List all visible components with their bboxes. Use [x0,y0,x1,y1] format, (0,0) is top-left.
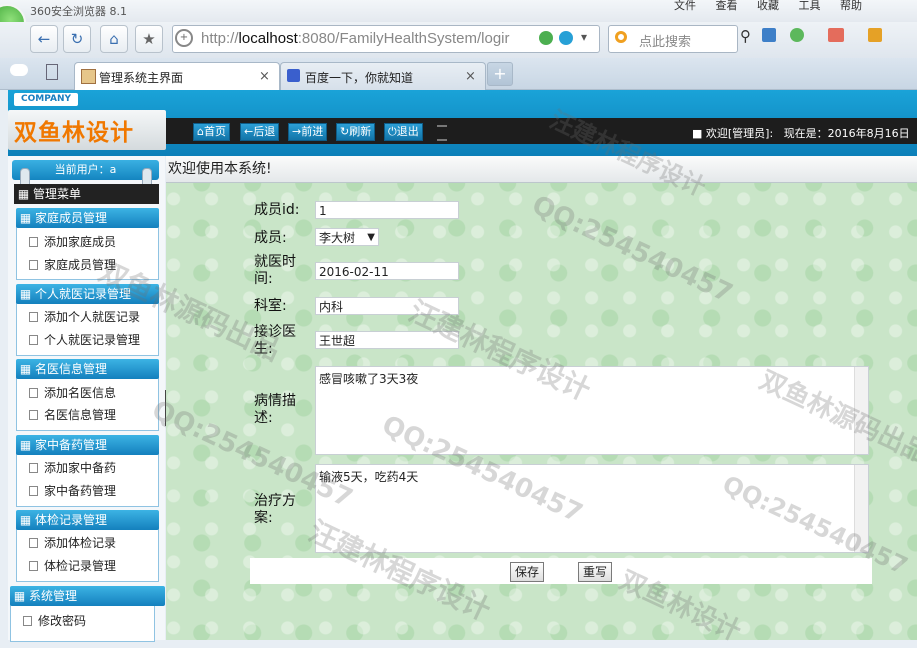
section-system[interactable]: ▦ 系统管理 [10,586,165,606]
textarea-scrollbar[interactable] [854,367,868,454]
refresh-button[interactable]: ↻刷新 [336,123,376,141]
tab-favicon-icon [81,69,96,84]
tab-label: 百度一下，你就知道 [305,71,414,85]
doctor-label: 接诊医生: [254,324,296,357]
chevron-down-icon[interactable]: ▾ [581,30,587,44]
sidebar-item-add-medical-record[interactable]: 添加个人就医记录 [29,308,140,325]
section-home-medicine[interactable]: ▦ 家中备药管理 [16,435,159,455]
cloud-icon[interactable] [10,64,28,76]
browser-nav-bar: ← ↻ ⌂ ★ + http://localhost:8080/FamilyHe… [0,22,917,59]
home-button[interactable]: ⌂首页 [193,123,230,141]
ie-mode-icon[interactable] [559,31,573,45]
star-icon[interactable]: ★ [135,25,163,53]
brand-logo: 双鱼林设计 [8,110,166,150]
security-icon[interactable] [790,28,804,42]
menu-lines-icon [437,125,447,141]
tab-management[interactable]: 管理系统主界面 × [74,62,280,90]
tab-label: 管理系统主界面 [99,71,184,85]
menu-help[interactable]: 帮助 [840,0,862,12]
save-button[interactable]: 保存 [510,562,545,582]
refresh-icon[interactable]: ↻ [63,25,91,53]
section-family-members[interactable]: ▦ 家庭成员管理 [16,208,159,228]
brand-name: 双鱼林设计 [14,120,134,146]
treatment-label: 治疗方案: [254,493,296,526]
browser-title: 360安全浏览器 8.1 [30,5,127,18]
member-id-label: 成员id: [254,202,300,218]
menu-file[interactable]: 文件 [674,0,696,12]
search-box[interactable]: 点此搜索 [608,25,738,53]
department-label: 科室: [254,298,287,314]
sidebar-item-manage-checkups[interactable]: 体检记录管理 [29,557,116,574]
compat-mode-icon[interactable] [539,31,553,45]
department-field[interactable]: 内科 [315,297,459,315]
translate-icon[interactable] [828,28,844,42]
member-id-field[interactable]: 1 [315,201,459,219]
menu-view[interactable]: 查看 [716,0,738,12]
page-icon[interactable] [46,64,58,80]
doctor-field[interactable]: 王世超 [315,331,459,349]
shield-icon: + [175,29,193,47]
sidebar-item-add-checkup[interactable]: 添加体检记录 [29,534,116,551]
close-icon[interactable]: × [259,69,270,84]
sidebar-item-add-family-member[interactable]: 添加家庭成员 [29,233,116,250]
tab-bar: 管理系统主界面 × 百度一下，你就知道 × + [0,58,917,90]
sidebar-item-manage-family-members[interactable]: 家庭成员管理 [29,256,116,273]
sidebar-item-manage-doctors[interactable]: 名医信息管理 [29,406,116,423]
search-input[interactable]: 点此搜索 [639,31,691,50]
sidebar-item-add-medicine[interactable]: 添加家中备药 [29,459,116,476]
company-label: COMPANY [14,93,78,106]
reset-button[interactable]: 重写 [578,562,613,582]
visit-date-label: 就医时间: [254,254,296,287]
condition-label: 病情描述: [254,393,296,426]
search-icon[interactable]: ⚲ [740,27,751,45]
home-icon[interactable]: ⌂ [100,25,128,53]
sidebar-item-add-doctor[interactable]: 添加名医信息 [29,384,116,401]
visit-date-field[interactable]: 2016-02-11 [315,262,459,280]
new-tab-button[interactable]: + [487,62,513,86]
tab-baidu[interactable]: 百度一下，你就知道 × [280,62,486,90]
tools-icon[interactable] [868,28,882,42]
treatment-textarea[interactable]: 输液5天，吃药4天 [315,464,869,553]
button-row [250,558,872,584]
welcome-text: ■ 欢迎[管理员]: 现在是：2016年8月16日 [692,127,910,140]
page-title: 欢迎使用本系统! [166,156,917,183]
member-select[interactable]: 李大树 ▼ [315,228,379,246]
browser-menu: 文件 查看 收藏 工具 帮助 [674,0,862,13]
sidebar-item-manage-medicine[interactable]: 家中备药管理 [29,482,116,499]
logout-button[interactable]: ⏻退出 [384,123,423,141]
close-icon[interactable]: × [465,69,476,84]
forward-button[interactable]: →前进 [288,123,328,141]
sidebar-item-change-password[interactable]: 修改密码 [23,612,86,629]
menu-favorites[interactable]: 收藏 [757,0,779,12]
menu-tools[interactable]: 工具 [799,0,821,12]
back-button[interactable]: ←后退 [240,123,280,141]
condition-textarea[interactable]: 感冒咳嗽了3天3夜 [315,366,869,455]
section-checkups[interactable]: ▦ 体检记录管理 [16,510,159,530]
baidu-paw-icon [287,69,300,82]
sidebar-item-manage-medical-records[interactable]: 个人就医记录管理 [29,331,140,348]
current-user: 当前用户：a [12,160,159,180]
address-url[interactable]: http://localhost:8080/FamilyHealthSystem… [201,30,510,47]
section-medical-records[interactable]: ▦ 个人就医记录管理 [16,284,159,304]
address-bar[interactable]: + http://localhost:8080/FamilyHealthSyst… [172,25,600,53]
member-label: 成员: [254,230,287,246]
search-engine-icon [615,31,627,43]
grid-apps-icon[interactable] [762,28,776,42]
back-arrow-icon[interactable]: ← [30,25,58,53]
section-doctors[interactable]: ▦ 名医信息管理 [16,359,159,379]
textarea-scrollbar[interactable] [854,465,868,552]
admin-menu-title: ▦ 管理菜单 [14,184,159,204]
